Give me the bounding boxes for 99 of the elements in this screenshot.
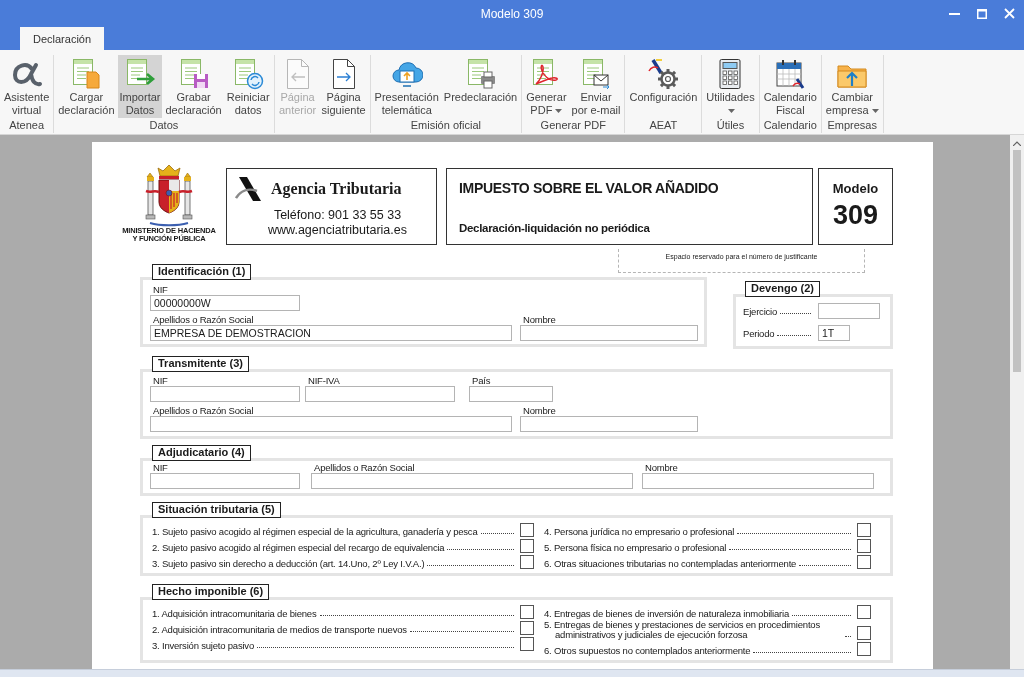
field-label: Apellidos o Razón Social (152, 405, 254, 416)
group-label: Útiles (715, 118, 746, 133)
input-field[interactable] (311, 473, 633, 489)
model-number: 309 (832, 200, 879, 230)
field-label: Periodo (743, 327, 775, 339)
ribbon-tab[interactable]: Declaración (20, 27, 105, 50)
field-label: Nombre (644, 462, 678, 473)
option-text: 3. Sujeto pasivo sin derecho a deducción (art. 14.Uno, 2º Ley I.V.A.) (152, 559, 425, 569)
minimize-icon[interactable] (949, 12, 960, 15)
toolbar-button[interactable]: Cambiar empresa (823, 55, 881, 118)
toolbar-button[interactable]: Predeclaración (441, 55, 520, 118)
option-text: 3. Inversión sujeto pasivo (152, 641, 254, 651)
field-label: NIF (152, 462, 168, 473)
option-text: 4. Persona jurídica no empresario o profesional (544, 527, 735, 537)
section-title: Transmitente (3) (152, 356, 249, 372)
gear-icon (647, 58, 680, 90)
checkbox[interactable] (857, 555, 871, 569)
toolbar-button[interactable]: Presentación telemática (372, 55, 441, 118)
window-title: Modelo 309 (480, 6, 544, 21)
input-field[interactable]: 00000000W (150, 295, 300, 311)
input-field[interactable] (818, 303, 880, 319)
field-label: NIF-IVA (307, 375, 340, 386)
group-label: Empresas (826, 118, 878, 133)
checkbox[interactable] (520, 555, 534, 569)
document-folder-icon (70, 58, 103, 90)
toolbar-button[interactable]: Calendario Fiscal (761, 55, 819, 118)
input-field[interactable] (150, 473, 300, 489)
input-field[interactable]: 1T (818, 325, 850, 341)
input-field[interactable] (469, 386, 553, 402)
input-field[interactable] (305, 386, 455, 402)
close-icon[interactable] (1004, 8, 1015, 19)
option-text: 6. Otros supuestos no contemplados anteriormente (544, 646, 751, 656)
field-label: Nombre (522, 314, 556, 325)
toolbar-button[interactable]: Página siguiente (319, 55, 368, 118)
input-field[interactable] (642, 473, 874, 489)
coat-of-arms-logo (144, 163, 194, 227)
section-title: Adjudicatario (4) (152, 445, 251, 461)
input-field[interactable] (150, 386, 300, 402)
tax-title: IMPUESTO SOBRE EL VALOR AÑADIDO (459, 180, 720, 196)
input-field[interactable] (150, 416, 512, 432)
input-field[interactable]: EMPRESA DE DEMOSTRACION (150, 325, 512, 341)
option-text: 1. Adquisición intracomunitaria de bienes (152, 609, 317, 619)
form-subtitle: Declaración-liquidación no periódica (459, 221, 651, 235)
maximize-icon[interactable] (977, 8, 987, 19)
input-field[interactable] (520, 325, 698, 341)
scrollbar[interactable] (1010, 135, 1024, 669)
option-text: 2. Adquisición intracomunitaria de medios de transporte nuevos (152, 625, 407, 635)
group-label: Generar PDF (539, 118, 608, 133)
toolbar-button[interactable]: Reiniciar datos (224, 55, 272, 118)
option-text: 4. Entregas de bienes de inversión de naturaleza inmobiliaria (544, 609, 789, 619)
phone-number: Teléfono: 901 33 55 33 (273, 208, 402, 223)
field-label: NIF (152, 284, 168, 295)
toolbar-button[interactable]: Asistente virtual (2, 55, 52, 118)
section-title: Situación tributaria (5) (152, 502, 281, 518)
toolbar-button[interactable]: Cargar declaración (56, 55, 117, 118)
group-label: Datos (148, 118, 180, 133)
checkbox[interactable] (857, 605, 871, 619)
section-title: Devengo (2) (745, 281, 820, 297)
checkbox[interactable] (520, 523, 534, 537)
section-title: Identificación (1) (152, 264, 252, 280)
section-title: Hecho imponible (6) (152, 584, 270, 600)
model-label: Modelo (832, 181, 879, 196)
option-text: 5. Entregas de bienes y prestaciones de servicios en procedimientos administrativos y judiciales de ejecución forzosa (544, 620, 821, 640)
checkbox[interactable] (520, 637, 534, 651)
group-label: AEAT (648, 118, 679, 133)
checkbox[interactable] (520, 605, 534, 619)
scrollbar-thumb[interactable] (1013, 150, 1021, 372)
field-label: NIF (152, 375, 168, 386)
group-label: Emisión oficial (409, 118, 483, 133)
toolbar-button[interactable]: Generar PDF (524, 55, 569, 118)
group-label: Atenea (8, 118, 46, 133)
toolbar-button[interactable]: Importar Datos (117, 55, 163, 118)
option-text: 1. Sujeto pasivo acogido al régimen especial de la agricultura, ganadería y pesca (152, 527, 478, 537)
field-label: Nombre (522, 405, 556, 416)
agency-logo (235, 175, 263, 203)
checkbox[interactable] (520, 621, 534, 635)
toolbar-button[interactable]: Grabar declaración (163, 55, 224, 118)
checkbox[interactable] (857, 539, 871, 553)
checkbox[interactable] (857, 626, 871, 640)
checkbox[interactable] (520, 539, 534, 553)
document-refresh-icon (232, 58, 265, 90)
toolbar-button[interactable]: Configuración (627, 55, 700, 118)
calendar-icon (774, 58, 807, 90)
field-label: Ejercicio (743, 305, 778, 317)
input-field[interactable] (520, 416, 698, 432)
option-text: 6. Otras situaciones tributarias no contempladas anteriormente (544, 559, 797, 569)
toolbar-button[interactable]: Enviar por e-mail (569, 55, 623, 118)
field-label: Apellidos o Razón Social (152, 314, 254, 325)
field-label: Apellidos o Razón Social (313, 462, 415, 473)
option-text: 2. Sujeto pasivo acogido al régimen especial del recargo de equivalencia (152, 543, 445, 553)
checkbox[interactable] (857, 523, 871, 537)
option-text: 5. Persona física no empresario o profesional (544, 543, 727, 553)
toolbar-button[interactable]: Utilidades (704, 55, 757, 118)
website-text: www.agenciatributaria.es (268, 223, 407, 238)
group-label: Calendario (762, 118, 818, 133)
checkbox[interactable] (857, 642, 871, 656)
field-label: País (471, 375, 491, 386)
agency-name: Agencia Tributaria (271, 180, 402, 198)
document-envelope-icon (580, 58, 612, 90)
